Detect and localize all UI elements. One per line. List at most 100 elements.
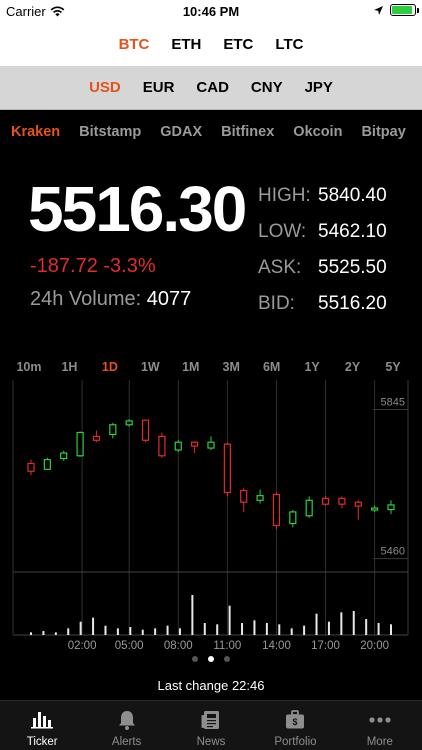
candle-up [207, 441, 215, 449]
volume-bar [228, 605, 231, 635]
coin-tab-eth[interactable]: ETH [171, 36, 201, 53]
page-indicator[interactable] [0, 656, 422, 662]
volume-bar [42, 631, 45, 635]
candle-down [338, 497, 346, 505]
candle-down [354, 501, 362, 507]
currency-selector: USD EUR CAD CNY JPY [0, 66, 422, 110]
price-axis-label: 5845 [381, 397, 405, 409]
stat-high: HIGH: 5840.40 [258, 178, 418, 214]
candle-down [27, 462, 35, 472]
candle-up [76, 431, 84, 457]
candle-down [321, 497, 330, 505]
currency-tab-cny[interactable]: CNY [251, 79, 283, 96]
range-1d[interactable]: 1D [102, 360, 118, 374]
candle-up [305, 499, 313, 517]
page-dot[interactable] [208, 656, 214, 662]
range-2y[interactable]: 2Y [345, 360, 360, 374]
stat-bid: BID: 5516.20 [258, 286, 418, 322]
tab-ticker[interactable]: Ticker [0, 701, 84, 750]
exchange-tab-bitstamp[interactable]: Bitstamp [79, 124, 141, 140]
last-change: Last change 22:46 [157, 678, 265, 693]
time-axis-label: 17:00 [311, 640, 340, 650]
exchange-tab-bitpay[interactable]: Bitpay [361, 124, 405, 140]
volume-bar [166, 625, 169, 635]
stat-bid-value: 5516.20 [318, 293, 387, 314]
coin-tab-btc[interactable]: BTC [119, 36, 150, 53]
coin-selector: BTC ETH ETC LTC [0, 22, 422, 66]
exchange-tab-kraken[interactable]: Kraken [11, 124, 60, 140]
exchange-tab-okcoin[interactable]: Okcoin [293, 124, 342, 140]
page-dot[interactable] [192, 656, 198, 662]
candle-up [256, 495, 264, 501]
candle-down [158, 435, 166, 457]
stat-high-label: HIGH: [258, 185, 311, 206]
range-3m[interactable]: 3M [223, 360, 240, 374]
volume-bar [92, 617, 95, 635]
candle-up [289, 511, 297, 525]
stat-ask: ASK: 5525.50 [258, 250, 418, 286]
volume-bar [178, 628, 181, 635]
volume-bar [203, 623, 206, 635]
volume-bar [191, 595, 194, 635]
exchange-tab-gdax[interactable]: GDAX [160, 124, 202, 140]
volume-bar [327, 621, 330, 635]
candle-up [60, 452, 68, 460]
volume-bar [30, 632, 32, 635]
location-arrow-icon [374, 5, 383, 15]
volume-bar [278, 624, 281, 635]
volume-bar [352, 611, 355, 635]
price-chart[interactable]: 5845 5460 02:00 05:00 08:00 11:00 14:00 17:00 20… [0, 380, 422, 650]
volume-bar [265, 623, 268, 635]
candle-down [141, 419, 150, 441]
range-1h[interactable]: 1H [61, 360, 77, 374]
candle-down [223, 443, 231, 494]
status-time: 10:46 PM [182, 4, 240, 19]
currency-tab-jpy[interactable]: JPY [305, 79, 333, 96]
range-1m[interactable]: 1M [182, 360, 199, 374]
stat-low-value: 5462.10 [318, 221, 387, 242]
volume-bar [141, 629, 144, 635]
candle-up [371, 507, 379, 511]
coin-tab-ltc[interactable]: LTC [275, 36, 303, 53]
stat-ask-value: 5525.50 [318, 257, 387, 278]
currency-tab-cad[interactable]: CAD [196, 79, 229, 96]
tab-label: Portfolio [274, 736, 317, 748]
tab-more[interactable]: More [338, 701, 422, 750]
volume-bar [377, 623, 380, 635]
volume-label: 24h Volume: [30, 288, 142, 310]
tab-label: News [196, 736, 226, 748]
candle-down [240, 490, 248, 503]
range-5y[interactable]: 5Y [385, 360, 400, 374]
volume-bar [365, 619, 368, 635]
candle-down [92, 435, 101, 441]
currency-tab-eur[interactable]: EUR [143, 79, 175, 96]
time-axis-label: 05:00 [115, 640, 144, 650]
price-axis-label: 5460 [381, 546, 405, 558]
time-axis-label: 02:00 [68, 640, 97, 650]
exchange-selector[interactable]: Kraken Bitstamp GDAX Bitfinex Okcoin Bitpay [0, 110, 422, 154]
exchange-tab-bitfinex[interactable]: Bitfinex [221, 124, 274, 140]
range-10m[interactable]: 10m [16, 360, 41, 374]
volume-bar [241, 623, 244, 635]
volume-bar [104, 625, 107, 635]
currency-tab-usd[interactable]: USD [89, 79, 121, 96]
tab-portfolio[interactable]: $ Portfolio [253, 701, 337, 750]
volume-bar [79, 621, 82, 635]
tab-label: More [366, 736, 393, 748]
tab-news[interactable]: News [169, 701, 253, 750]
range-6m[interactable]: 6M [263, 360, 280, 374]
range-1w[interactable]: 1W [141, 360, 160, 374]
candle-down [272, 493, 281, 527]
range-1y[interactable]: 1Y [304, 360, 319, 374]
time-axis-label: 11:00 [213, 640, 241, 650]
stat-low: LOW: 5462.10 [258, 214, 418, 250]
coin-tab-etc[interactable]: ETC [223, 36, 253, 53]
stat-high-value: 5840.40 [318, 185, 387, 206]
tab-alerts[interactable]: Alerts [84, 701, 168, 750]
tab-label: Alerts [111, 736, 142, 748]
volume-bar [315, 613, 318, 635]
tab-label: Ticker [26, 736, 58, 748]
volume-bar [54, 632, 57, 635]
volume-bar [116, 628, 119, 635]
page-dot[interactable] [224, 656, 230, 662]
